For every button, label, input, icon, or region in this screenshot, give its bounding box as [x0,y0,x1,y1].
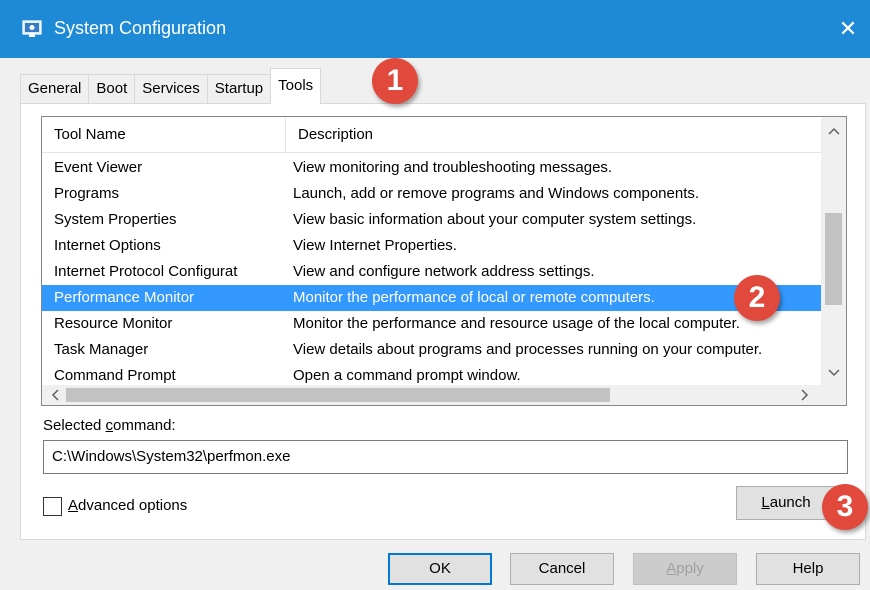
selected-command-field[interactable]: C:\Windows\System32\perfmon.exe [43,440,848,474]
list-row-programs[interactable]: Programs Launch, add or remove programs … [42,181,822,207]
tab-boot[interactable]: Boot [88,74,135,104]
tab-general[interactable]: General [20,74,89,104]
access-key: A [666,560,677,577]
access-key: A [68,497,79,514]
list-row-internet-protocol-configuration[interactable]: Internet Protocol Configurat View and co… [42,259,822,285]
step-marker-1: 1 [372,58,418,104]
system-configuration-icon [22,20,42,37]
list-row-performance-monitor[interactable]: Performance Monitor Monitor the performa… [42,285,822,311]
advanced-options-checkbox[interactable] [43,497,62,516]
list-row-internet-options[interactable]: Internet Options View Internet Propertie… [42,233,822,259]
close-button[interactable]: ✕ [826,0,870,58]
help-button[interactable]: Help [756,553,860,585]
label-text: Selected [43,417,106,434]
scrollbar-corner [821,385,846,405]
tool-name: Internet Protocol Configurat [54,263,238,280]
label-text: dvanced options [78,497,188,514]
list-row-resource-monitor[interactable]: Resource Monitor Monitor the performance… [42,311,822,337]
tool-name: Internet Options [54,237,161,254]
cancel-button[interactable]: Cancel [510,553,614,585]
horizontal-scroll-thumb[interactable] [66,388,610,402]
tools-list[interactable]: Tool Name Description Event Viewer View … [41,116,847,406]
list-row-system-properties[interactable]: System Properties View basic information… [42,207,822,233]
scroll-down-icon[interactable] [821,361,846,385]
advanced-options-label[interactable]: Advanced options [68,497,187,514]
title-bar: System Configuration ✕ [0,0,870,58]
step-marker-2: 2 [734,275,780,321]
tool-name: Programs [54,185,120,202]
apply-button[interactable]: Apply [633,553,737,585]
button-label: aunch [769,494,811,511]
close-icon: ✕ [838,16,858,41]
list-header: Tool Name Description [42,117,822,153]
tool-description: View basic information about your comput… [293,211,697,228]
step-marker-3: 3 [822,484,868,530]
tool-name: System Properties [54,211,177,228]
label-text: ommand: [113,417,176,434]
tool-name: Task Manager [54,341,149,358]
horizontal-scrollbar[interactable] [42,385,822,405]
list-row-task-manager[interactable]: Task Manager View details about programs… [42,337,822,363]
tool-description: View Internet Properties. [293,237,457,254]
tool-name: Resource Monitor [54,315,173,332]
tool-name: Performance Monitor [54,289,195,306]
tool-description: View details about programs and processe… [293,341,763,358]
tool-name: Event Viewer [54,159,143,176]
scroll-right-icon[interactable] [794,385,816,405]
ok-button[interactable]: OK [388,553,492,585]
window-title: System Configuration [54,18,227,38]
column-header-description[interactable]: Description [286,117,822,153]
selected-command-label: Selected command: [43,417,176,434]
tab-tools[interactable]: Tools [270,68,322,104]
tool-description: View monitoring and troubleshooting mess… [293,159,613,176]
list-row-event-viewer[interactable]: Event Viewer View monitoring and trouble… [42,155,822,181]
tab-startup[interactable]: Startup [206,74,271,104]
vertical-scrollbar[interactable] [821,117,846,387]
vertical-scroll-thumb[interactable] [825,213,842,305]
button-label: pply [676,560,704,577]
tab-services[interactable]: Services [134,74,207,104]
access-key: c [105,417,114,434]
tool-description: Launch, add or remove programs and Windo… [293,185,700,202]
launch-button[interactable]: Launch [736,486,836,520]
access-key: L [761,494,770,511]
scroll-up-icon[interactable] [821,119,846,143]
scroll-left-icon[interactable] [44,385,66,405]
tab-strip: General Boot Services Startup Tools [20,68,322,104]
column-header-tool-name[interactable]: Tool Name [42,117,286,153]
